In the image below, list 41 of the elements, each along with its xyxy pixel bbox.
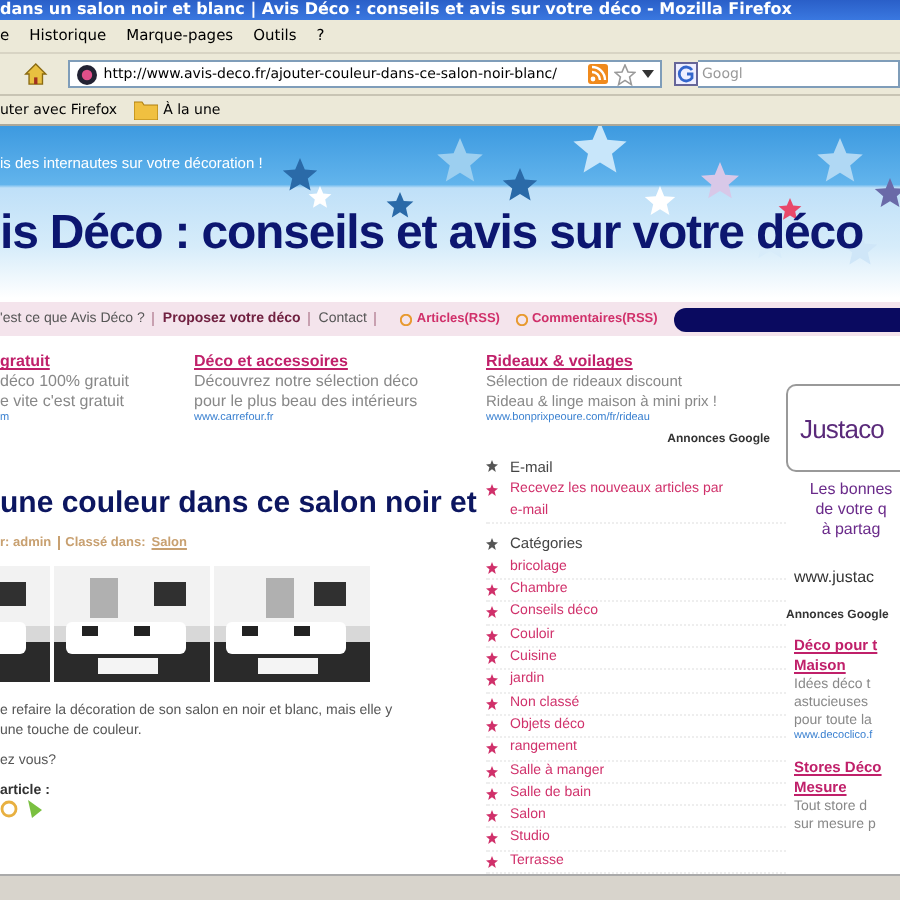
star-icon: [486, 629, 498, 642]
ad-text: pour le plus beau des intérieurs: [194, 392, 419, 412]
promo-text: Les bonnes de votre q à partag: [807, 480, 895, 541]
star-icon: [486, 787, 498, 800]
dropdown-icon: [642, 70, 654, 78]
ad-text: déco 100% gratuit: [0, 372, 131, 393]
home-icon: [24, 60, 48, 88]
star-icon: [486, 765, 498, 778]
folder-icon: [133, 100, 158, 120]
star-icon: [486, 606, 498, 619]
window-title: dans un salon noir et blanc | Avis Déco : conseils et avis sur votre déco - Mozilla Firefox: [0, 0, 792, 20]
post-title: une couleur dans ce salon noir et: [0, 486, 479, 521]
ad-title[interactable]: Déco et accessoires: [194, 352, 419, 373]
star-icon: [486, 460, 498, 473]
search-engine-icon: [674, 62, 698, 86]
star-icon: [486, 832, 498, 845]
ad-title[interactable]: Rideaux & voilages: [486, 352, 786, 373]
site-icon: [75, 63, 98, 85]
star-icon: [486, 719, 498, 732]
star-icon: [486, 810, 498, 823]
star-icon: [486, 484, 498, 497]
brand-name: Justaco: [800, 413, 885, 444]
star-icon: [614, 63, 636, 85]
search-field[interactable]: [673, 307, 900, 332]
star-icon: [486, 584, 498, 597]
site-title: is Déco : conseils et avis sur votre déco: [0, 206, 866, 262]
star-icon: [486, 742, 498, 755]
star-icon: [486, 561, 498, 574]
feed-icon: [515, 313, 528, 326]
star-icon: [486, 697, 498, 710]
star-icon: [486, 674, 498, 687]
meta-separator: [57, 536, 60, 551]
rss-icon: [588, 64, 608, 84]
ad-text: Découvrez notre sélection déco: [194, 372, 419, 393]
feed-icon: [400, 313, 413, 326]
site-url: www.justac: [792, 568, 877, 587]
star-icon: [486, 537, 498, 550]
ad-text: e vite c'est gratuit: [0, 392, 126, 413]
star-icon: [486, 652, 498, 665]
ad-title[interactable]: gratuit: [0, 352, 194, 373]
star-icon: [486, 855, 498, 868]
